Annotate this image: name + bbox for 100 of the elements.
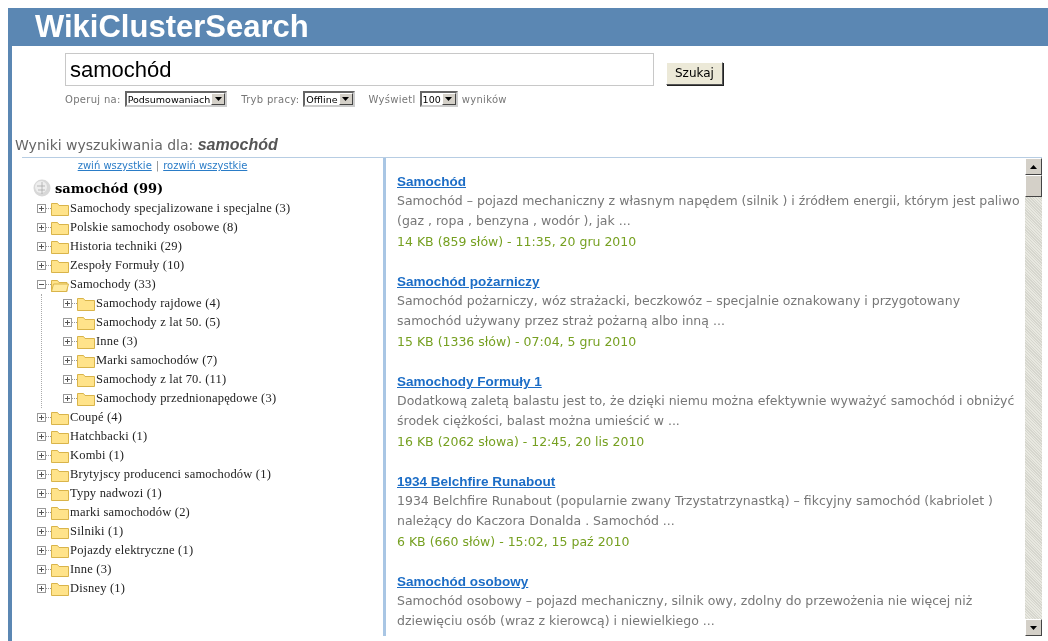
tree-item[interactable]: Zespoły Formuły (10) [70,258,185,273]
expand-icon[interactable] [63,318,72,327]
collapse-all-link[interactable]: zwiń wszystkie [77,160,152,171]
folder-icon [77,315,95,330]
expand-icon[interactable] [37,584,46,593]
expand-icon[interactable] [37,470,46,479]
tree-item[interactable]: Disney (1) [70,581,126,596]
expand-icon[interactable] [37,508,46,517]
folder-icon [77,334,95,349]
option-label: Tryb pracy: [241,93,300,105]
collapse-icon[interactable] [37,280,46,289]
folder-icon [51,277,69,292]
separator: | [155,160,160,171]
tree-item[interactable]: Marki samochodów (7) [96,353,218,368]
folder-icon [51,220,69,235]
folder-icon [51,486,69,501]
tree-item[interactable]: Polskie samochody osobowe (8) [70,220,238,235]
tree-item[interactable]: Hatchbacki (1) [70,429,148,444]
result-snippet: Samochód – pojazd mechaniczny z własnym napędem (silnik ) i źródłem energii, którym jest paliwo (gaz , ropa , benzyna , wodór ), jak ... [397,192,1021,230]
result-meta: 15 KB (1336 słów) - 07:04, 5 gru 2010 [397,333,638,351]
option-label: Wyświetl [368,93,416,105]
expand-all-link[interactable]: rozwiń wszystkie [163,160,248,171]
caret-icon [445,97,453,101]
tree-root[interactable]: samochód (99) [55,180,164,196]
expand-icon[interactable] [63,394,72,403]
scroll-down-icon [1030,625,1037,630]
caret-icon [342,97,350,101]
folder-icon [51,562,69,577]
tree-item[interactable]: Samochody rajdowe (4) [96,296,221,311]
folder-icon [51,410,69,425]
tree-item[interactable]: Silniki (1) [70,524,124,539]
expand-icon[interactable] [37,413,46,422]
globe-icon [33,179,51,197]
folder-icon [51,505,69,520]
dropdown[interactable]: Podsumowaniach [124,91,228,107]
tree-item[interactable]: Typy nadwozi (1) [70,486,162,501]
tree-item[interactable]: Inne (3) [70,562,112,577]
tree-item[interactable]: Historia techniki (29) [70,239,182,254]
result-snippet: 1934 Belchfire Runabout (popularnie zwany Trzystatrzynastką) – fikcyjny samochód (kabriolet ) należący do Kaczora Donalda . Samochód ... [397,492,994,530]
folder-icon [51,581,69,596]
result-title-link[interactable]: 1934 Belchfire Runabout [397,473,1025,491]
expand-icon[interactable] [63,337,72,346]
tree-item[interactable]: Samochody (33) [70,277,156,292]
option-label: Operuj na: [65,93,121,105]
tree-item[interactable]: Samochody specjalizowane i specjalne (3) [70,201,291,216]
expand-icon[interactable] [63,375,72,384]
tree-item[interactable]: Inne (3) [96,334,138,349]
folder-icon [51,467,69,482]
expand-icon[interactable] [37,204,46,213]
expand-icon[interactable] [37,565,46,574]
caret-icon [214,97,222,101]
folder-icon [51,258,69,273]
scrollbar[interactable] [1025,158,1042,636]
result-meta: 14 KB (859 słów) - 11:35, 20 gru 2010 [397,233,638,251]
result-meta: 6 KB (660 słów) - 15:02, 15 paź 2010 [397,533,631,551]
dropdown[interactable]: Offline [303,91,355,107]
folder-icon [77,391,95,406]
result-snippet: Dodatkową zaletą balastu jest to, że dzięki niemu można efektywnie wyważyć samochód i obniżyć środek ciężkości, balast można umieścić w ... [397,392,1016,430]
tree-item[interactable]: Kombi (1) [70,448,125,463]
folder-icon [51,201,69,216]
dropdown[interactable]: 100 [419,91,458,107]
expand-icon[interactable] [37,242,46,251]
tree-item[interactable]: Pojazdy elektryczne (1) [70,543,194,558]
search-field[interactable]: samochód [65,53,654,86]
expand-icon[interactable] [37,223,46,232]
result-snippet: Samochód pożarniczy, wóz strażacki, beczkowóz – specjalnie oznakowany i przygotowany samochód używany przez straż pożarną albo inną ... [397,292,962,330]
option-label: wyników [461,93,507,105]
site-title: WikiClusterSearch [35,8,309,46]
result-title-link[interactable]: Samochód pożarniczy [397,273,1025,291]
folder-icon [77,296,95,311]
result-title-link[interactable]: Samochody Formuły 1 [397,373,1025,391]
result-title-link[interactable]: Samochód osobowy [397,573,1025,591]
folder-icon [77,353,95,368]
tree-item[interactable]: Brytyjscy producenci samochodów (1) [70,467,272,482]
folder-icon [51,448,69,463]
expand-icon[interactable] [37,261,46,270]
tree-item[interactable]: Samochody z lat 50. (5) [96,315,221,330]
folder-icon [51,239,69,254]
tree-item[interactable]: Samochody przednionapędowe (3) [96,391,277,406]
folder-icon [51,429,69,444]
expand-icon[interactable] [37,546,46,555]
folder-icon [51,543,69,558]
result-snippet: Samochód osobowy – pojazd mechaniczny, silnik owy, zdolny do przewożenia nie więcej niż dziewięciu osób (wraz z kierowcą) i niewielkiego ... [397,592,974,630]
scrollbar-thumb[interactable] [1025,175,1042,197]
tree-item[interactable]: marki samochodów (2) [70,505,190,520]
scroll-up-icon [1030,164,1037,169]
result-title-link[interactable]: Samochód [397,173,1025,191]
expand-icon[interactable] [37,489,46,498]
expand-icon[interactable] [37,451,46,460]
tree-item[interactable]: Samochody z lat 70. (11) [96,372,227,387]
results-heading: Wyniki wyszukiwania dla: samochód [14,137,279,153]
result-meta: 16 KB (2062 słowa) - 12:45, 20 lis 2010 [397,433,646,451]
folder-icon [77,372,95,387]
search-button[interactable]: Szukaj [666,61,723,85]
expand-icon[interactable] [63,356,72,365]
expand-icon[interactable] [37,527,46,536]
expand-icon[interactable] [63,299,72,308]
tree-item[interactable]: Coupé (4) [70,410,123,425]
expand-icon[interactable] [37,432,46,441]
folder-icon [51,524,69,539]
